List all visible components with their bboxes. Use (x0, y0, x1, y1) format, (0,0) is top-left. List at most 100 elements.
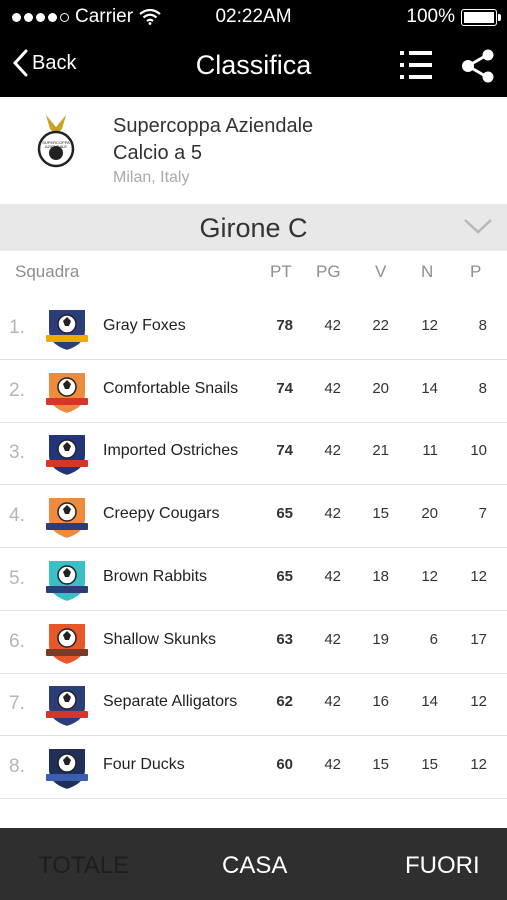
n-value: 14 (421, 693, 438, 711)
pt-value: 65 (276, 567, 293, 585)
team-crest-icon (46, 621, 88, 666)
team-name: Gray Foxes (103, 317, 186, 334)
chevron-down-icon (464, 219, 492, 234)
pg-value: 42 (324, 693, 341, 711)
team-name: Shallow Skunks (103, 630, 216, 648)
p-value: 7 (478, 505, 487, 523)
pg-value: 42 (324, 630, 341, 648)
chevron-left-icon (12, 49, 28, 77)
rank-label: 2. (9, 379, 25, 401)
team-name: Imported Ostriches (103, 442, 239, 460)
status-right: 100% (406, 6, 501, 28)
team-crest-icon (46, 370, 88, 415)
table-header: Squadra PT PG V N P (0, 251, 507, 297)
p-value: 12 (470, 755, 487, 773)
tab-fuori[interactable]: FUORI (405, 852, 480, 880)
league-logo: SUPERCOPPA AZIENDALE (37, 115, 75, 168)
n-value: 12 (421, 317, 438, 334)
header-team: Squadra (15, 262, 80, 281)
tab-bar: TOTALE CASA FUORI (0, 828, 507, 900)
v-value: 22 (372, 317, 389, 334)
group-name: Girone C (199, 213, 308, 243)
p-value: 12 (470, 693, 487, 711)
status-bar: Carrier 02:22AM 100% (0, 0, 507, 34)
v-value: 15 (372, 505, 389, 523)
pt-value: 63 (276, 630, 293, 648)
rank-label: 8. (9, 755, 25, 777)
battery-percent: 100% (406, 6, 455, 27)
table-row[interactable]: 2. Comfortable Snails 74 42 20 14 8 (0, 360, 507, 423)
rank-label: 1. (9, 317, 25, 338)
pg-value: 42 (324, 755, 341, 773)
svg-text:AZIENDALE: AZIENDALE (45, 144, 68, 149)
table-row[interactable]: 8. Four Ducks 60 42 15 15 12 (0, 736, 507, 799)
v-value: 15 (372, 755, 389, 773)
table-row[interactable]: 1. Gray Foxes 78 42 22 12 8 (0, 297, 507, 360)
league-header: SUPERCOPPA AZIENDALE Supercoppa Aziendal… (0, 97, 507, 204)
team-name: Brown Rabbits (103, 567, 208, 585)
pg-value: 42 (324, 567, 341, 585)
header-v: V (375, 262, 387, 281)
team-crest-icon (46, 308, 88, 353)
battery-icon (461, 8, 501, 26)
pg-value: 42 (324, 442, 341, 460)
table-row[interactable]: 4. Creepy Cougars 65 42 15 20 7 (0, 485, 507, 549)
n-value: 6 (429, 630, 438, 648)
v-value: 18 (372, 567, 389, 585)
league-subtitle: Calcio a 5 (113, 142, 202, 164)
pt-value: 65 (276, 505, 293, 523)
pg-value: 42 (324, 379, 341, 397)
header-n: N (421, 262, 434, 281)
team-name: Separate Alligators (103, 693, 238, 711)
team-crest-icon (46, 684, 88, 729)
team-name: Creepy Cougars (103, 505, 220, 523)
table-row[interactable]: 3. Imported Ostriches 74 42 21 11 10 (0, 422, 507, 486)
team-crest-icon (46, 746, 88, 791)
table-row[interactable]: 7. Separate Alligators 62 42 16 14 12 (0, 673, 507, 737)
tab-totale[interactable]: TOTALE (38, 852, 129, 880)
pg-value: 42 (324, 317, 341, 334)
rank-label: 3. (9, 442, 25, 464)
n-value: 15 (421, 755, 438, 773)
header-pg: PG (316, 262, 341, 281)
rank-label: 4. (9, 505, 25, 527)
back-label: Back (32, 51, 77, 74)
p-value: 12 (470, 567, 487, 585)
v-value: 20 (372, 379, 389, 397)
rank-label: 6. (9, 630, 25, 652)
team-name: Comfortable Snails (103, 379, 239, 397)
pt-value: 78 (276, 317, 293, 334)
n-value: 11 (422, 442, 438, 460)
v-value: 19 (372, 630, 389, 648)
team-crest-icon (46, 558, 88, 603)
pt-value: 62 (276, 693, 293, 711)
share-icon (462, 49, 494, 83)
team-crest-icon (46, 496, 88, 541)
header-pt: PT (270, 262, 292, 281)
tab-casa[interactable]: CASA (222, 852, 287, 880)
group-selector[interactable]: Girone C (0, 204, 507, 251)
pg-value: 42 (324, 505, 341, 523)
share-button[interactable] (460, 49, 496, 88)
p-value: 8 (478, 379, 487, 397)
team-name: Four Ducks (103, 755, 185, 773)
back-button[interactable]: Back (12, 49, 76, 77)
n-value: 20 (421, 505, 438, 523)
p-value: 8 (478, 317, 487, 334)
v-value: 16 (372, 693, 389, 711)
pt-value: 60 (276, 755, 293, 773)
header-p: P (470, 262, 482, 281)
list-icon (400, 51, 432, 79)
navigation-bar: Back Classifica (0, 34, 507, 97)
p-value: 17 (470, 630, 487, 648)
v-value: 21 (372, 442, 389, 460)
list-button[interactable] (398, 47, 434, 88)
table-row[interactable]: 6. Shallow Skunks 63 42 19 6 17 (0, 611, 507, 674)
league-name: Supercoppa Aziendale (113, 115, 314, 137)
pt-value: 74 (276, 442, 293, 460)
league-location: Milan, Italy (113, 169, 190, 186)
n-value: 12 (421, 567, 438, 585)
table-row[interactable]: 5. Brown Rabbits 65 42 18 12 12 (0, 548, 507, 611)
pt-value: 74 (276, 379, 293, 397)
team-crest-icon (46, 433, 88, 478)
